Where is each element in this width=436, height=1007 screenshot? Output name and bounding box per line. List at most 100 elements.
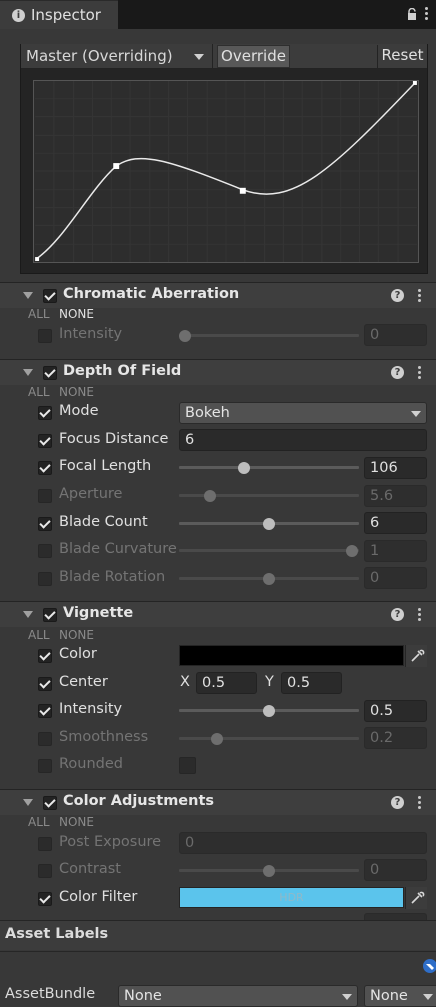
- rounded-checkbox[interactable]: [38, 759, 52, 773]
- none-toggle[interactable]: NONE: [59, 385, 94, 399]
- help-icon[interactable]: ?: [391, 796, 404, 809]
- blade-count-label: Blade Count: [59, 514, 148, 530]
- center-x-field[interactable]: 0.5: [196, 672, 257, 694]
- aperture-slider-thumb[interactable]: [204, 490, 216, 502]
- rounded-toggle[interactable]: [179, 757, 196, 774]
- color-filter-swatch[interactable]: HDR: [179, 887, 404, 908]
- blade-rotation-slider-thumb[interactable]: [263, 573, 275, 585]
- asset-bundle-variant-dropdown[interactable]: None: [364, 985, 436, 1007]
- aperture-checkbox[interactable]: [38, 489, 52, 503]
- color-filter-checkbox[interactable]: [38, 892, 52, 906]
- asset-bundle-label: AssetBundle: [5, 986, 96, 1002]
- section-vignette[interactable]: Vignette ?: [0, 601, 436, 627]
- help-icon[interactable]: ?: [391, 608, 404, 621]
- foldout-icon[interactable]: [23, 611, 33, 618]
- post-exposure-field[interactable]: 0: [179, 832, 427, 854]
- menu-icon[interactable]: [418, 365, 422, 379]
- focal-length-field[interactable]: 106: [364, 457, 427, 479]
- foldout-icon[interactable]: [23, 292, 33, 299]
- override-checkbox[interactable]: [43, 289, 57, 303]
- vignette-intensity-checkbox[interactable]: [38, 704, 52, 718]
- curve-mode-label: Master (Overriding): [26, 47, 173, 65]
- post-exposure-checkbox[interactable]: [38, 837, 52, 851]
- blade-count-field[interactable]: 6: [364, 512, 427, 534]
- color-checkbox[interactable]: [38, 649, 52, 663]
- blade-curvature-checkbox[interactable]: [38, 544, 52, 558]
- blade-curvature-field[interactable]: 1: [364, 540, 427, 562]
- blade-rotation-field[interactable]: 0: [364, 567, 427, 589]
- none-toggle[interactable]: NONE: [59, 628, 94, 642]
- foldout-icon[interactable]: [23, 799, 33, 806]
- smoothness-field[interactable]: 0.2: [364, 727, 427, 749]
- chevron-down-icon: [342, 994, 352, 1000]
- focal-length-checkbox[interactable]: [38, 461, 52, 475]
- none-toggle[interactable]: NONE: [59, 815, 94, 829]
- section-chromatic-aberration[interactable]: Chromatic Aberration ?: [0, 282, 436, 308]
- asset-bundle-value: None: [124, 988, 162, 1004]
- blade-count-slider-thumb[interactable]: [263, 518, 275, 530]
- contrast-slider-thumb[interactable]: [263, 865, 275, 877]
- aperture-field[interactable]: 5.6: [364, 485, 427, 507]
- menu-icon[interactable]: [418, 607, 422, 621]
- section-title: Vignette: [63, 605, 134, 621]
- chevron-down-icon: [194, 54, 204, 60]
- override-checkbox[interactable]: [43, 366, 57, 380]
- menu-icon[interactable]: [418, 288, 422, 302]
- center-y-field[interactable]: 0.5: [281, 672, 342, 694]
- menu-icon[interactable]: [418, 795, 422, 809]
- contrast-label: Contrast: [59, 861, 121, 877]
- vignette-intensity-slider-thumb[interactable]: [263, 705, 275, 717]
- eyedropper-icon[interactable]: [405, 887, 427, 909]
- smoothness-slider-thumb[interactable]: [211, 733, 223, 745]
- focal-length-label: Focal Length: [59, 458, 152, 474]
- asset-bundle-dropdown[interactable]: None: [118, 985, 358, 1007]
- intensity-slider-thumb[interactable]: [179, 330, 191, 342]
- override-button[interactable]: Override: [217, 45, 290, 68]
- all-toggle[interactable]: ALL: [28, 628, 50, 642]
- tag-icon[interactable]: [422, 958, 436, 974]
- all-toggle[interactable]: ALL: [28, 815, 50, 829]
- focus-distance-field[interactable]: 6: [179, 429, 427, 451]
- section-color-adjustments[interactable]: Color Adjustments ?: [0, 789, 436, 815]
- all-toggle[interactable]: ALL: [28, 385, 50, 399]
- focus-distance-checkbox[interactable]: [38, 434, 52, 448]
- focal-length-slider-track[interactable]: [179, 466, 359, 469]
- contrast-checkbox[interactable]: [38, 864, 52, 878]
- inspector-tab[interactable]: i Inspector: [0, 0, 118, 29]
- mode-checkbox[interactable]: [38, 406, 52, 420]
- eyedropper-icon[interactable]: [405, 645, 427, 667]
- menu-icon[interactable]: [425, 6, 429, 22]
- section-title: Chromatic Aberration: [63, 286, 240, 302]
- info-icon: i: [12, 9, 25, 22]
- override-checkbox[interactable]: [43, 608, 57, 622]
- help-icon[interactable]: ?: [391, 289, 404, 302]
- center-checkbox[interactable]: [38, 677, 52, 691]
- intensity-checkbox[interactable]: [38, 329, 52, 343]
- post-exposure-label: Post Exposure: [59, 834, 162, 850]
- blade-curvature-slider-track[interactable]: [179, 549, 359, 552]
- foldout-icon[interactable]: [23, 369, 33, 376]
- contrast-field[interactable]: 0: [364, 859, 427, 881]
- help-icon[interactable]: ?: [391, 366, 404, 379]
- override-checkbox[interactable]: [43, 796, 57, 810]
- smoothness-label: Smoothness: [59, 729, 149, 745]
- curve-graph[interactable]: [33, 80, 419, 263]
- asset-labels-header[interactable]: Asset Labels: [0, 920, 436, 950]
- blade-curvature-slider-thumb[interactable]: [346, 545, 358, 557]
- blade-count-checkbox[interactable]: [38, 517, 52, 531]
- section-depth-of-field[interactable]: Depth Of Field ?: [0, 359, 436, 385]
- blade-rotation-checkbox[interactable]: [38, 572, 52, 586]
- lock-icon[interactable]: [406, 8, 418, 20]
- none-toggle[interactable]: NONE: [59, 307, 94, 321]
- reset-button[interactable]: Reset: [377, 45, 427, 68]
- focal-length-slider-thumb[interactable]: [238, 462, 250, 474]
- all-toggle[interactable]: ALL: [28, 307, 50, 321]
- vignette-intensity-field[interactable]: 0.5: [364, 700, 427, 722]
- intensity-slider-track[interactable]: [179, 334, 359, 337]
- intensity-field[interactable]: 0: [364, 324, 427, 346]
- mode-dropdown[interactable]: Bokeh: [179, 402, 427, 424]
- smoothness-checkbox[interactable]: [38, 732, 52, 746]
- smoothness-slider-track[interactable]: [179, 737, 359, 740]
- color-swatch[interactable]: [179, 645, 404, 666]
- asset-bundle-variant-value: None: [370, 988, 408, 1004]
